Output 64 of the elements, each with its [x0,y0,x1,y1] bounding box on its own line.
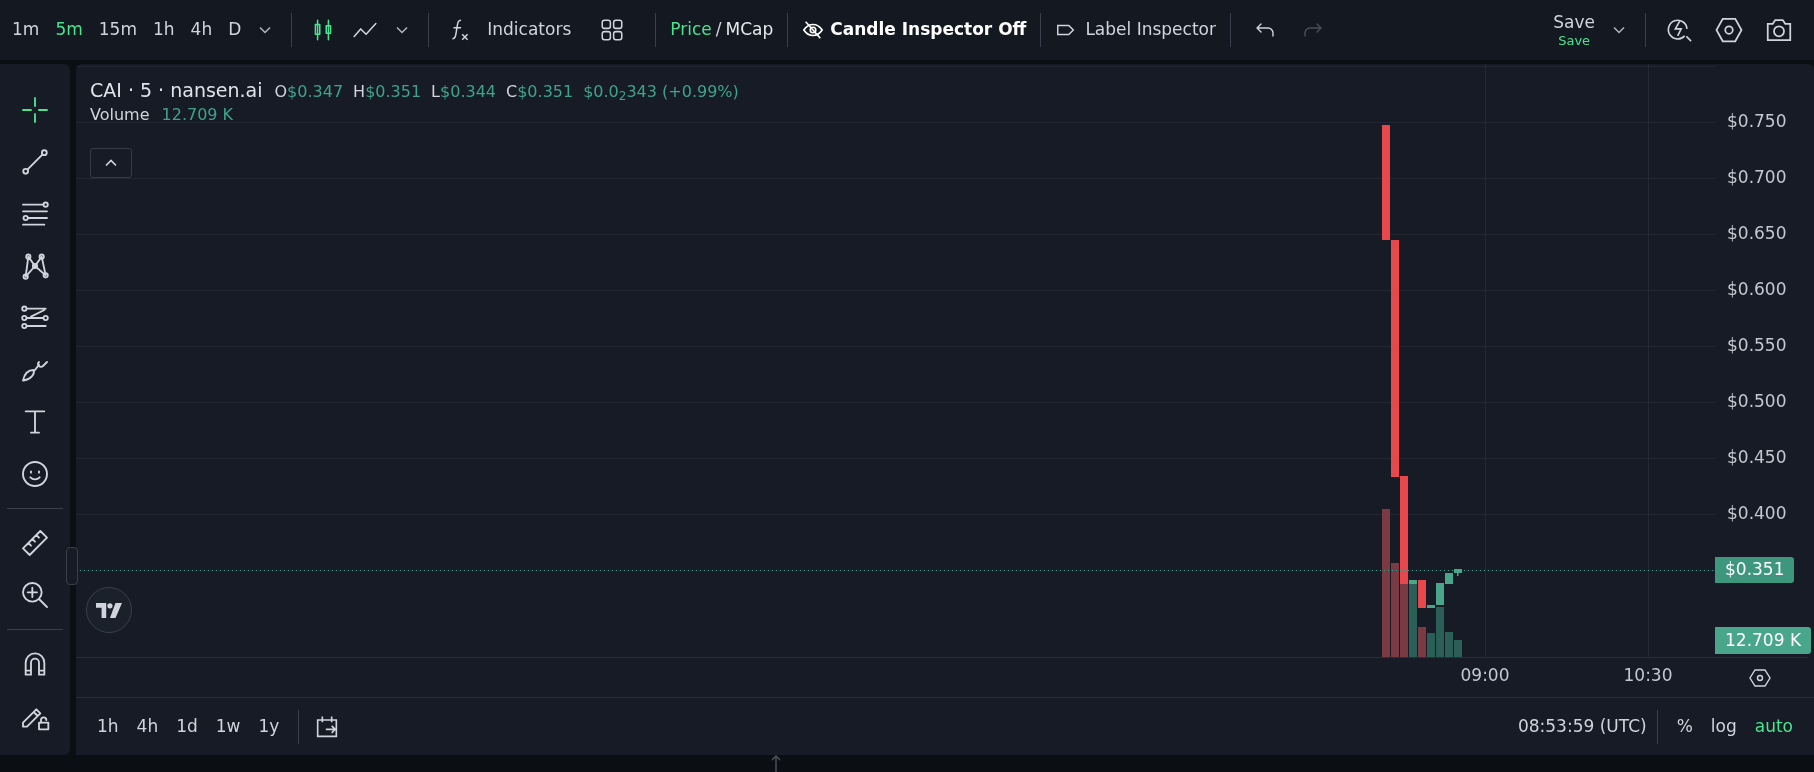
ohlc-key: O [274,80,288,104]
timeframe-button[interactable]: 1m [4,13,48,47]
caret-icon[interactable] [1613,26,1625,34]
collapse-sidebar-handle[interactable] [66,547,78,585]
chevron-up-icon[interactable] [105,159,117,167]
ruler-icon[interactable] [19,527,51,559]
timeframe-button[interactable]: 15m [90,13,145,47]
save-button[interactable]: Save Save [1545,13,1603,47]
ohlc-key: L [431,80,441,104]
indicators-button[interactable]: Indicators [439,17,580,43]
timeframe-button[interactable]: D [220,13,250,47]
save-label: Save [1553,13,1595,31]
trend-line-icon[interactable] [19,146,51,178]
scale-option-button[interactable]: % [1667,713,1702,740]
range-button[interactable]: 1w [206,713,250,740]
timeframe-button[interactable]: 5m [47,13,91,47]
price-axis-label: $0.650 [1727,225,1787,242]
price-change: $0.0$_{2}$343 (+0.99%) [583,81,739,104]
price-mode-toggle[interactable]: MCap [721,17,778,43]
utc-clock: 08:53:59 (UTC) [1517,714,1647,738]
templates-grid-icon[interactable] [599,17,626,43]
crosshair-icon[interactable] [19,94,51,126]
price-axis-label: $0.550 [1727,337,1787,354]
zoom-in-icon[interactable] [19,579,51,611]
ohlc-value: $0.347 [287,81,344,103]
eye-slash-icon[interactable] [802,19,825,41]
settings-icon[interactable] [1748,666,1772,690]
price-axis-label: $0.700 [1727,169,1787,186]
volume-value-label: 12.709 K [1715,627,1812,654]
price-axis-label: $0.500 [1727,393,1787,410]
price-axis-label: $0.450 [1727,449,1787,466]
range-button[interactable]: 4h [127,713,168,740]
range-button[interactable]: 1d [167,713,207,740]
volume-value: 12.709 K [161,104,234,126]
ohlc-value: $0.351 [365,81,422,103]
timeframe-button[interactable]: 4h [182,13,221,47]
caret-icon[interactable] [259,26,272,34]
label-inspector-button[interactable]: Label Inspector [1051,17,1220,43]
caret-icon[interactable] [396,26,409,34]
ohlc-key: C [506,80,518,104]
separator-text: / [715,18,722,42]
ohlc-key: H [353,80,366,104]
timeframe-button[interactable]: 1h [145,13,183,47]
scale-option-button[interactable]: log [1701,713,1746,740]
ohlc-value: $0.351 [517,81,574,103]
symbol-title: CAI · 5 · nansen.ai [90,78,263,103]
price-axis-label: $0.400 [1727,505,1787,522]
ohlc-value: $0.344 [440,81,496,103]
time-axis-label: 09:00 [1460,667,1510,684]
range-button[interactable]: 1h [88,713,128,740]
time-axis-label: 10:30 [1623,667,1673,684]
last-price-label: $0.351 [1715,557,1795,583]
range-button[interactable]: 1y [249,713,289,740]
volume-label: Volume [90,104,150,126]
smiley-icon[interactable] [19,458,51,490]
lightning-search-icon[interactable] [1666,16,1694,44]
settings-icon[interactable] [1714,15,1744,45]
price-axis-label: $0.600 [1727,281,1787,298]
candle-inspector-button[interactable]: Candle Inspector Off [798,17,1031,43]
save-status: Save [1558,33,1591,47]
price-mode-toggle[interactable]: Price [666,17,716,43]
price-axis-label: $0.750 [1727,113,1787,130]
tradingview-logo [86,587,132,633]
scale-option-button[interactable]: auto [1745,713,1802,740]
